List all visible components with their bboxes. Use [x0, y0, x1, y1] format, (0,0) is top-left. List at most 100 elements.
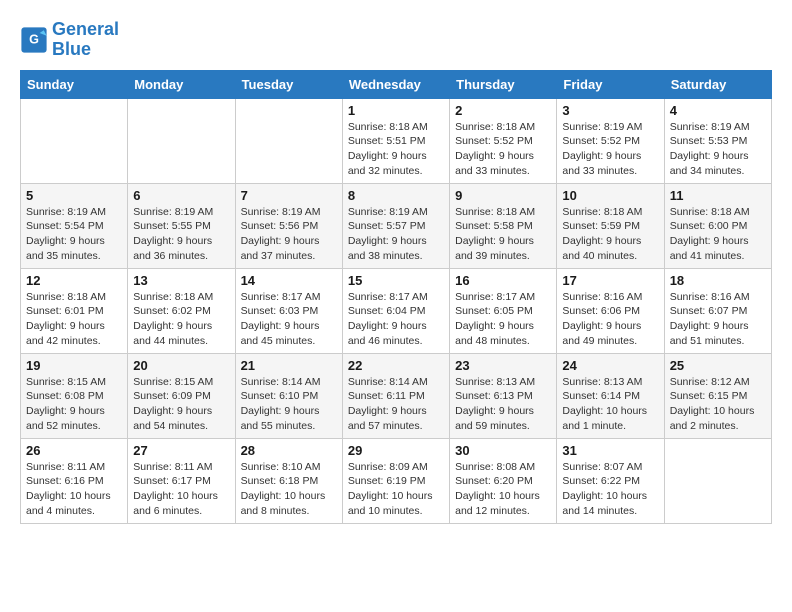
- day-number: 31: [562, 443, 658, 458]
- day-info: Sunrise: 8:15 AM Sunset: 6:08 PM Dayligh…: [26, 375, 122, 434]
- day-number: 19: [26, 358, 122, 373]
- day-number: 2: [455, 103, 551, 118]
- day-cell: 31 Sunrise: 8:07 AM Sunset: 6:22 PM Dayli…: [557, 438, 664, 523]
- day-number: 24: [562, 358, 658, 373]
- day-info: Sunrise: 8:19 AM Sunset: 5:55 PM Dayligh…: [133, 205, 229, 264]
- day-number: 16: [455, 273, 551, 288]
- day-cell: 30 Sunrise: 8:08 AM Sunset: 6:20 PM Dayli…: [450, 438, 557, 523]
- day-number: 14: [241, 273, 337, 288]
- day-cell: 1 Sunrise: 8:18 AM Sunset: 5:51 PM Daylig…: [342, 98, 449, 183]
- day-info: Sunrise: 8:19 AM Sunset: 5:52 PM Dayligh…: [562, 120, 658, 179]
- day-cell: 14 Sunrise: 8:17 AM Sunset: 6:03 PM Dayli…: [235, 268, 342, 353]
- logo: G General Blue: [20, 20, 119, 60]
- calendar-table: SundayMondayTuesdayWednesdayThursdayFrid…: [20, 70, 772, 524]
- day-info: Sunrise: 8:18 AM Sunset: 6:01 PM Dayligh…: [26, 290, 122, 349]
- page-header: G General Blue: [20, 20, 772, 60]
- day-number: 27: [133, 443, 229, 458]
- day-number: 26: [26, 443, 122, 458]
- day-cell: 27Sunrise: 8:11 AM Sunset: 6:17 PM Dayli…: [128, 438, 235, 523]
- day-number: 21: [241, 358, 337, 373]
- day-cell: 5Sunrise: 8:19 AM Sunset: 5:54 PM Daylig…: [21, 183, 128, 268]
- day-cell: 18 Sunrise: 8:16 AM Sunset: 6:07 PM Dayli…: [664, 268, 771, 353]
- day-info: Sunrise: 8:07 AM Sunset: 6:22 PM Dayligh…: [562, 460, 658, 519]
- header-row: SundayMondayTuesdayWednesdayThursdayFrid…: [21, 70, 772, 98]
- day-info: Sunrise: 8:18 AM Sunset: 5:51 PM Dayligh…: [348, 120, 444, 179]
- day-number: 12: [26, 273, 122, 288]
- day-info: Sunrise: 8:16 AM Sunset: 6:06 PM Dayligh…: [562, 290, 658, 349]
- day-cell: 13Sunrise: 8:18 AM Sunset: 6:02 PM Dayli…: [128, 268, 235, 353]
- day-info: Sunrise: 8:12 AM Sunset: 6:15 PM Dayligh…: [670, 375, 766, 434]
- day-info: Sunrise: 8:17 AM Sunset: 6:03 PM Dayligh…: [241, 290, 337, 349]
- day-number: 7: [241, 188, 337, 203]
- day-number: 20: [133, 358, 229, 373]
- day-info: Sunrise: 8:19 AM Sunset: 5:53 PM Dayligh…: [670, 120, 766, 179]
- day-cell: 9 Sunrise: 8:18 AM Sunset: 5:58 PM Daylig…: [450, 183, 557, 268]
- day-number: 3: [562, 103, 658, 118]
- day-cell: 7 Sunrise: 8:19 AM Sunset: 5:56 PM Daylig…: [235, 183, 342, 268]
- day-info: Sunrise: 8:11 AM Sunset: 6:16 PM Dayligh…: [26, 460, 122, 519]
- day-info: Sunrise: 8:17 AM Sunset: 6:05 PM Dayligh…: [455, 290, 551, 349]
- header-monday: Monday: [128, 70, 235, 98]
- day-info: Sunrise: 8:16 AM Sunset: 6:07 PM Dayligh…: [670, 290, 766, 349]
- day-info: Sunrise: 8:18 AM Sunset: 5:58 PM Dayligh…: [455, 205, 551, 264]
- day-number: 10: [562, 188, 658, 203]
- day-number: 22: [348, 358, 444, 373]
- day-number: 11: [670, 188, 766, 203]
- day-cell: 3 Sunrise: 8:19 AM Sunset: 5:52 PM Daylig…: [557, 98, 664, 183]
- week-row-5: 26 Sunrise: 8:11 AM Sunset: 6:16 PM Dayli…: [21, 438, 772, 523]
- day-info: Sunrise: 8:10 AM Sunset: 6:18 PM Dayligh…: [241, 460, 337, 519]
- week-row-2: 5Sunrise: 8:19 AM Sunset: 5:54 PM Daylig…: [21, 183, 772, 268]
- day-cell: 19 Sunrise: 8:15 AM Sunset: 6:08 PM Dayli…: [21, 353, 128, 438]
- day-cell: 24Sunrise: 8:13 AM Sunset: 6:14 PM Dayli…: [557, 353, 664, 438]
- day-number: 28: [241, 443, 337, 458]
- day-number: 15: [348, 273, 444, 288]
- header-thursday: Thursday: [450, 70, 557, 98]
- day-cell: 29 Sunrise: 8:09 AM Sunset: 6:19 PM Dayli…: [342, 438, 449, 523]
- day-cell: 11 Sunrise: 8:18 AM Sunset: 6:00 PM Dayli…: [664, 183, 771, 268]
- day-cell: [128, 98, 235, 183]
- day-cell: 12 Sunrise: 8:18 AM Sunset: 6:01 PM Dayli…: [21, 268, 128, 353]
- day-cell: 21 Sunrise: 8:14 AM Sunset: 6:10 PM Dayli…: [235, 353, 342, 438]
- day-cell: [21, 98, 128, 183]
- day-info: Sunrise: 8:13 AM Sunset: 6:13 PM Dayligh…: [455, 375, 551, 434]
- day-info: Sunrise: 8:19 AM Sunset: 5:56 PM Dayligh…: [241, 205, 337, 264]
- header-wednesday: Wednesday: [342, 70, 449, 98]
- day-info: Sunrise: 8:18 AM Sunset: 6:00 PM Dayligh…: [670, 205, 766, 264]
- day-cell: 6 Sunrise: 8:19 AM Sunset: 5:55 PM Daylig…: [128, 183, 235, 268]
- day-number: 8: [348, 188, 444, 203]
- header-saturday: Saturday: [664, 70, 771, 98]
- day-number: 1: [348, 103, 444, 118]
- logo-text-line2: Blue: [52, 40, 119, 60]
- day-cell: [664, 438, 771, 523]
- day-info: Sunrise: 8:14 AM Sunset: 6:11 PM Dayligh…: [348, 375, 444, 434]
- day-cell: 26 Sunrise: 8:11 AM Sunset: 6:16 PM Dayli…: [21, 438, 128, 523]
- day-number: 30: [455, 443, 551, 458]
- day-cell: 28 Sunrise: 8:10 AM Sunset: 6:18 PM Dayli…: [235, 438, 342, 523]
- day-cell: 25Sunrise: 8:12 AM Sunset: 6:15 PM Dayli…: [664, 353, 771, 438]
- day-number: 17: [562, 273, 658, 288]
- day-number: 6: [133, 188, 229, 203]
- day-cell: 20 Sunrise: 8:15 AM Sunset: 6:09 PM Dayli…: [128, 353, 235, 438]
- header-friday: Friday: [557, 70, 664, 98]
- day-number: 13: [133, 273, 229, 288]
- day-number: 23: [455, 358, 551, 373]
- day-cell: 2 Sunrise: 8:18 AM Sunset: 5:52 PM Daylig…: [450, 98, 557, 183]
- day-info: Sunrise: 8:14 AM Sunset: 6:10 PM Dayligh…: [241, 375, 337, 434]
- day-number: 29: [348, 443, 444, 458]
- day-info: Sunrise: 8:09 AM Sunset: 6:19 PM Dayligh…: [348, 460, 444, 519]
- day-cell: [235, 98, 342, 183]
- svg-text:G: G: [29, 32, 39, 46]
- day-cell: 22 Sunrise: 8:14 AM Sunset: 6:11 PM Dayli…: [342, 353, 449, 438]
- day-cell: 17 Sunrise: 8:16 AM Sunset: 6:06 PM Dayli…: [557, 268, 664, 353]
- day-cell: 23 Sunrise: 8:13 AM Sunset: 6:13 PM Dayli…: [450, 353, 557, 438]
- day-cell: 16 Sunrise: 8:17 AM Sunset: 6:05 PM Dayli…: [450, 268, 557, 353]
- day-number: 18: [670, 273, 766, 288]
- day-info: Sunrise: 8:08 AM Sunset: 6:20 PM Dayligh…: [455, 460, 551, 519]
- day-cell: 10Sunrise: 8:18 AM Sunset: 5:59 PM Dayli…: [557, 183, 664, 268]
- day-number: 4: [670, 103, 766, 118]
- day-info: Sunrise: 8:19 AM Sunset: 5:57 PM Dayligh…: [348, 205, 444, 264]
- day-number: 9: [455, 188, 551, 203]
- day-info: Sunrise: 8:18 AM Sunset: 5:52 PM Dayligh…: [455, 120, 551, 179]
- day-info: Sunrise: 8:15 AM Sunset: 6:09 PM Dayligh…: [133, 375, 229, 434]
- day-number: 5: [26, 188, 122, 203]
